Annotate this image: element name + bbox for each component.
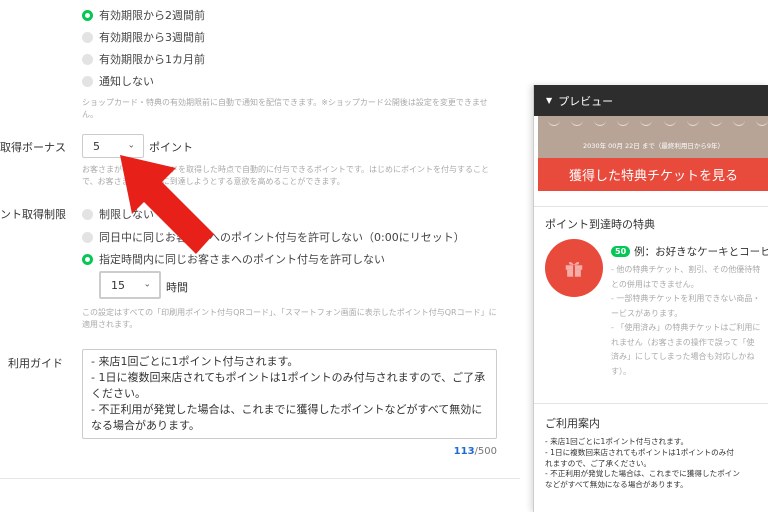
benefit-points-badge: 50 xyxy=(611,246,631,257)
ticket-card: 2030年 00月 22日 まで（最終利用日から9年） xyxy=(538,116,768,158)
radio-button[interactable] xyxy=(82,75,93,87)
hours-unit: 時間 xyxy=(166,281,188,294)
radio-label: 有効期限から2週間前 xyxy=(99,9,205,22)
benefit-note-line: れません（お客さまの操作で誤って「使 xyxy=(611,337,755,347)
radio-label: 同日中に同じお客さまへのポイント付与を許可しない（0:00にリセット） xyxy=(99,231,465,244)
gift-icon xyxy=(545,239,603,297)
notify-option-none[interactable]: 通知しない xyxy=(82,73,154,89)
bonus-points-select[interactable]: 5 ⌄ xyxy=(82,134,144,158)
radio-button[interactable] xyxy=(82,208,93,220)
ticket-decoration xyxy=(548,120,768,128)
limit-label: ント取得制限 xyxy=(0,208,66,221)
preview-title: プレビュー xyxy=(558,94,614,108)
chevron-down-icon: ⌄ xyxy=(143,279,151,290)
limit-option-time-window[interactable]: 指定時間内に同じお客さまへのポイント付与を許可しない xyxy=(82,251,385,267)
benefit-note-line: ービスがあります。 xyxy=(611,308,683,318)
guide-label: 利用ガイド xyxy=(8,357,63,370)
notify-hint: ショップカード・特典の有効期限前に自動で通知を配信できます。※ショップカード公開… xyxy=(82,98,488,119)
preview-guide-line: - 不正利用が発覚した場合は、これまでに獲得したポイン xyxy=(545,469,740,479)
radio-label: 指定時間内に同じお客さまへのポイント付与を許可しない xyxy=(99,253,385,266)
radio-button[interactable] xyxy=(82,31,93,43)
limit-option-none[interactable]: 制限しない xyxy=(82,206,154,222)
benefit-note-line: - 「使用済み」の特典チケットはご利用に xyxy=(611,323,761,332)
char-count-current: 113 xyxy=(453,446,475,457)
radio-label: 通知しない xyxy=(99,75,154,88)
radio-button-checked[interactable] xyxy=(82,253,93,265)
preview-divider xyxy=(534,403,768,404)
radio-button[interactable] xyxy=(82,53,93,65)
caret-down-icon: ▼ xyxy=(546,96,553,105)
preview-guide-text: - 来店1回ごとに1ポイント付与されます。 - 1日に複数回来店されてもポイント… xyxy=(545,437,768,491)
benefit-note-line: - 一部特典チケットを利用できない商品・ xyxy=(611,294,761,303)
preview-guide-line: - 来店1回ごとに1ポイント付与されます。 xyxy=(545,437,689,446)
bonus-unit: ポイント xyxy=(149,141,193,154)
guide-textarea[interactable]: - 来店1回ごとに1ポイント付与されます。 - 1日に複数回来店されてもポイント… xyxy=(82,349,497,439)
benefit-name: 例：お好きなケーキとコーヒ xyxy=(634,246,768,258)
guide-line: - 不正利用が発覚した場合は、これまでに獲得したポイントなどがすべて無効になる場… xyxy=(91,403,483,432)
limit-option-same-day[interactable]: 同日中に同じお客さまへのポイント付与を許可しない（0:00にリセット） xyxy=(82,229,465,245)
preview-header[interactable]: ▼ プレビュー xyxy=(534,85,768,116)
preview-guide-line: れますので、ご了承ください。 xyxy=(545,458,652,468)
radio-button-checked[interactable] xyxy=(82,9,93,21)
preview-divider xyxy=(534,206,768,207)
chevron-down-icon: ⌄ xyxy=(127,140,135,151)
radio-label: 有効期限から1カ月前 xyxy=(99,53,205,66)
see-tickets-button[interactable]: 獲得した特典チケットを見る xyxy=(538,158,768,191)
benefit-note-line: す）。 xyxy=(611,366,631,376)
notify-option-1month[interactable]: 有効期限から1カ月前 xyxy=(82,51,205,67)
benefit-note-line: - 他の特典チケット、割引、その他優待特 xyxy=(611,265,761,274)
char-counter: 113/500 xyxy=(440,446,497,457)
preview-panel: ▼ プレビュー 2030年 00月 22日 まで（最終利用日から9年） 獲得した… xyxy=(533,85,768,512)
hours-value: 15 xyxy=(111,278,125,292)
guide-line: - 来店1回ごとに1ポイント付与されます。 xyxy=(91,355,299,368)
notify-option-2weeks[interactable]: 有効期限から2週間前 xyxy=(82,7,205,23)
bonus-hint: お客さまがショップカードを取得した時点で自動的に付与できるポイントです。はじめに… xyxy=(82,165,490,186)
bonus-label: 取得ボーナス xyxy=(0,141,66,154)
char-count-max: /500 xyxy=(474,446,497,457)
section-divider xyxy=(0,478,520,479)
bonus-points-value: 5 xyxy=(93,139,100,153)
shop-card-settings-page: 有効期限から2週間前 有効期限から3週間前 有効期限から1カ月前 通知しない シ… xyxy=(0,0,768,512)
guide-title: ご利用案内 xyxy=(545,417,600,430)
benefit-title: ポイント到達時の特典 xyxy=(545,218,655,231)
benefit-notes: - 他の特典チケット、割引、その他優待特 との併用はできません。 - 一部特典チ… xyxy=(611,263,768,379)
benefit-row: 50 例：お好きなケーキとコーヒ xyxy=(611,244,768,259)
notify-option-3weeks[interactable]: 有効期限から3週間前 xyxy=(82,29,205,45)
preview-guide-line: などがすべて無効になる場合があります。 xyxy=(545,480,688,490)
radio-label: 制限しない xyxy=(99,208,154,221)
ticket-expiry-date: 2030年 00月 22日 まで（最終利用日から9年） xyxy=(583,142,724,150)
radio-button[interactable] xyxy=(82,231,93,243)
benefit-note-line: 済み」にしてしまった場合も対応しかね xyxy=(611,352,755,361)
radio-label: 有効期限から3週間前 xyxy=(99,31,205,44)
guide-line: - 1日に複数回来店されてもポイントは1ポイントのみ付与されますので、ご了承くだ… xyxy=(91,371,486,400)
preview-guide-line: - 1日に複数回来店されてもポイントは1ポイントのみ付 xyxy=(545,447,734,457)
hours-select[interactable]: 15 ⌄ xyxy=(99,271,161,299)
limit-hint: この設定はすべての「印刷用ポイント付与QRコード」、「スマートフォン画面に表示し… xyxy=(82,308,497,329)
benefit-note-line: との併用はできません。 xyxy=(611,279,699,289)
